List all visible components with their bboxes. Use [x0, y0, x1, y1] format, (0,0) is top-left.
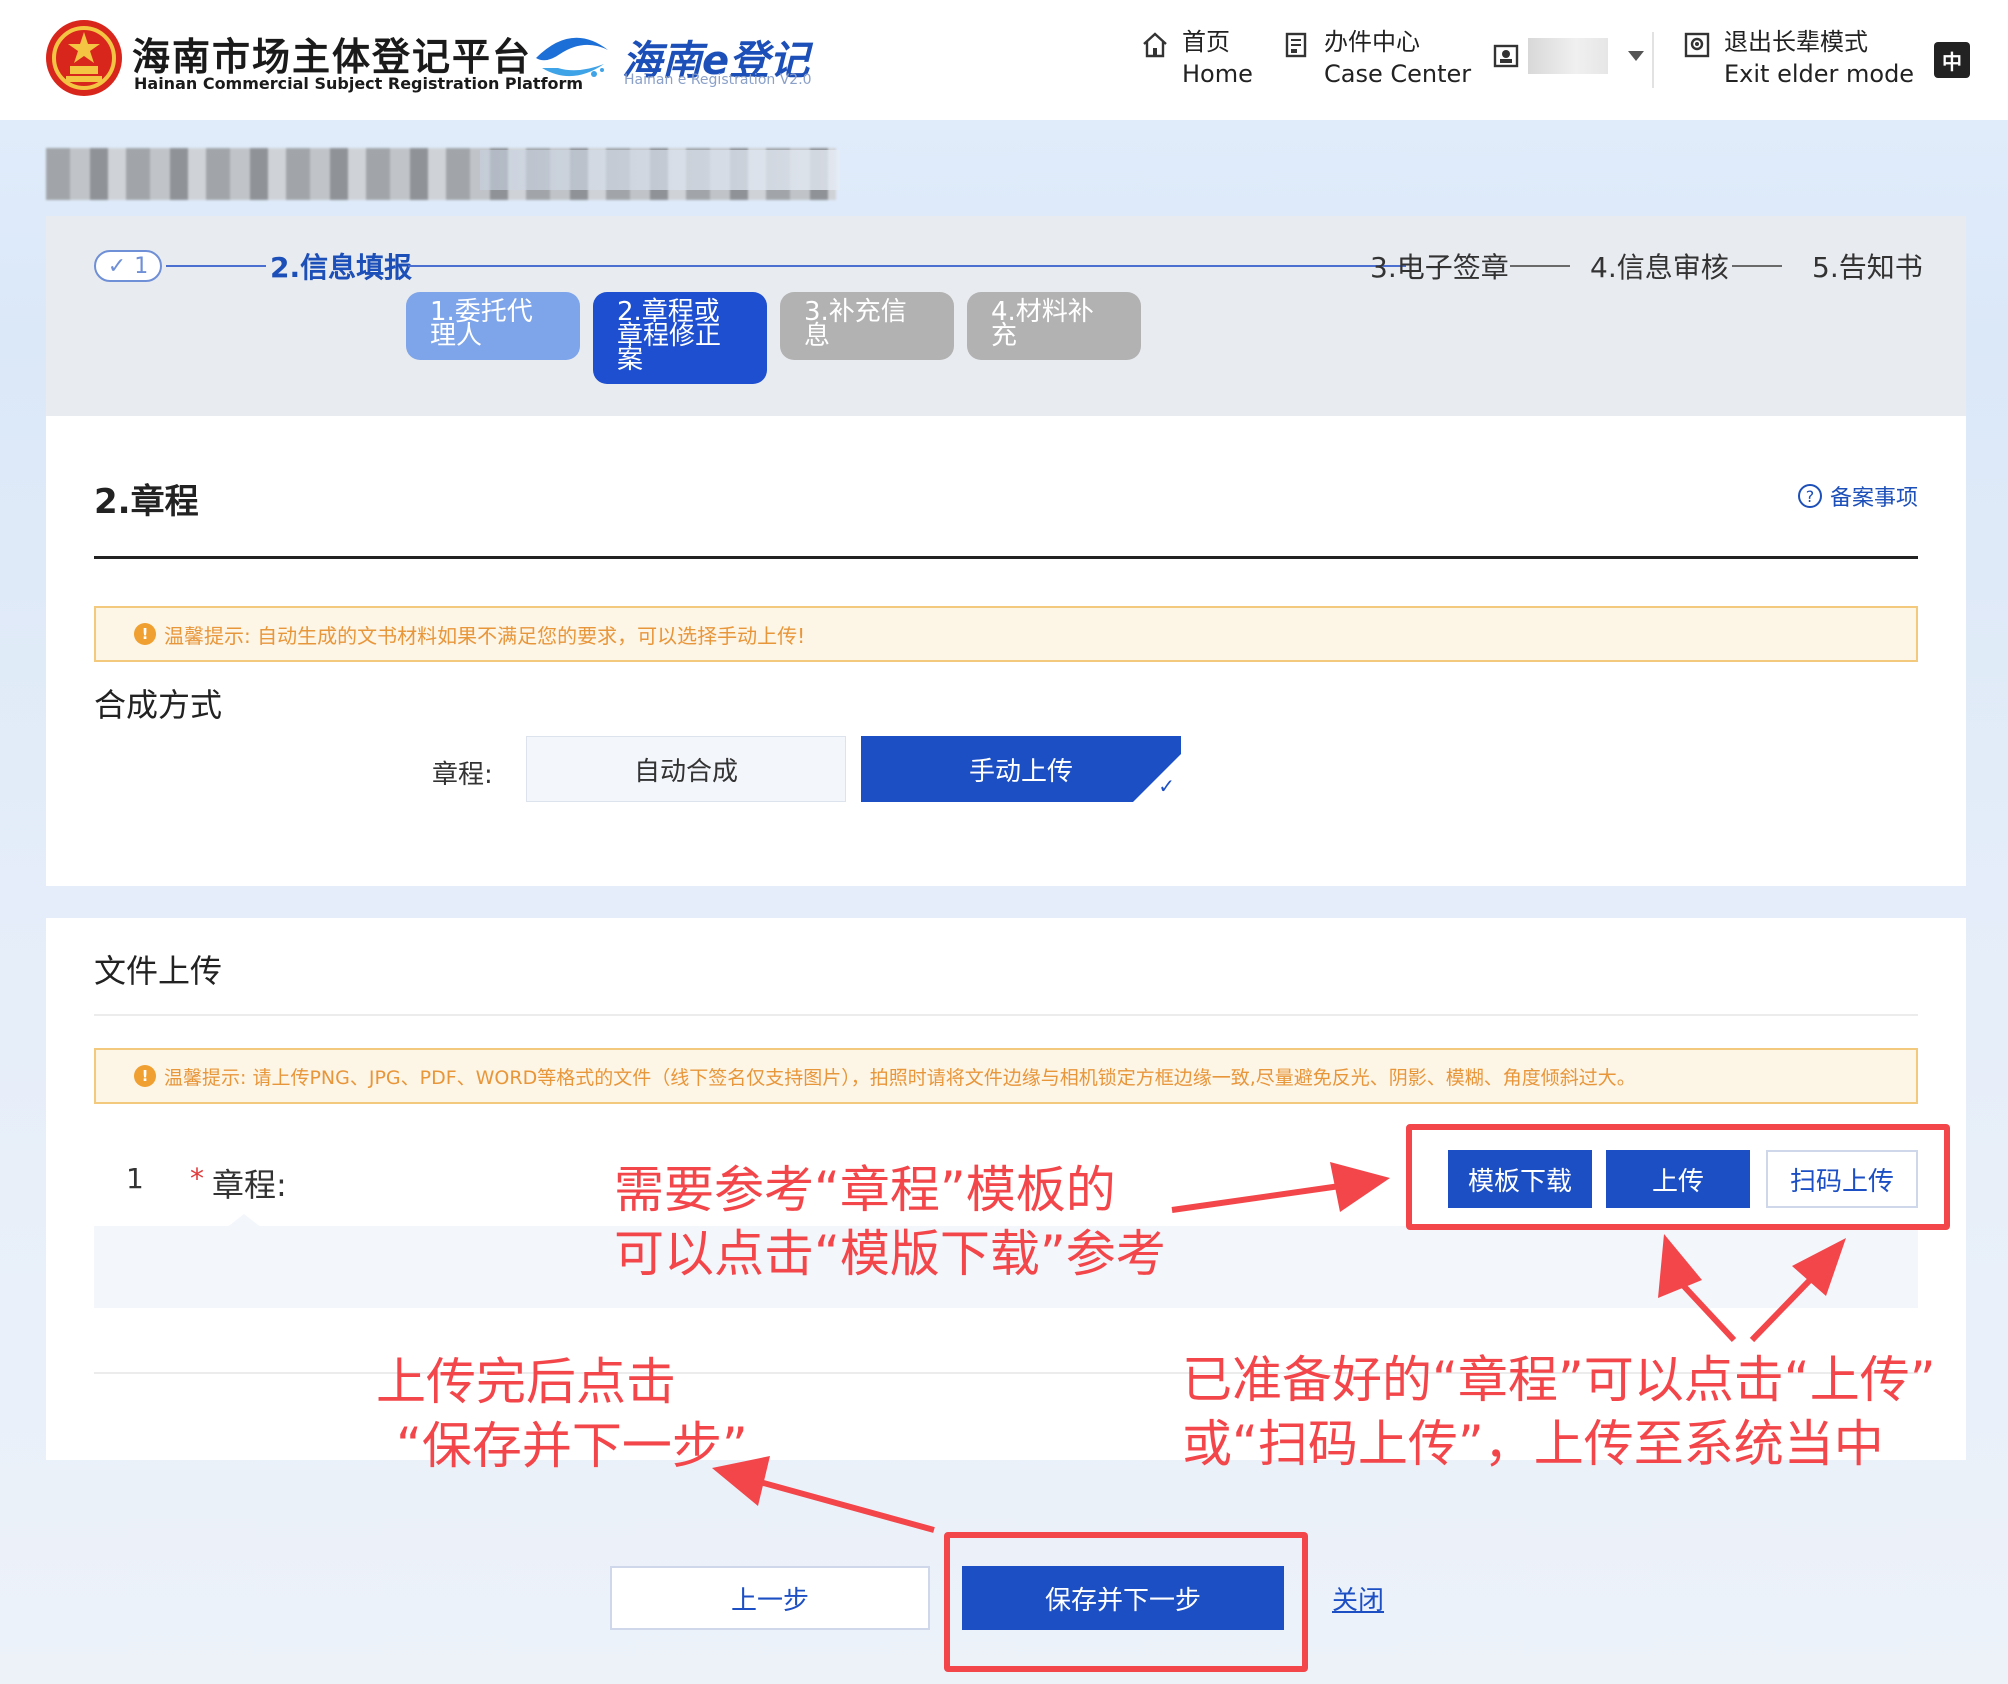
tip-auto-text: 温馨提示: 自动生成的文书材料如果不满足您的要求，可以选择手动上传! — [164, 623, 806, 648]
nav-case-cn: 办件中心 — [1324, 28, 1420, 56]
annotation-box-upload-buttons — [1406, 1124, 1950, 1230]
question-icon: ? — [1797, 484, 1822, 508]
nav-home-cn: 首页 — [1182, 28, 1230, 56]
filing-items-label: 备案事项 — [1829, 486, 1918, 511]
elder-mode-icon — [1684, 32, 1710, 58]
step-line-1 — [166, 265, 266, 267]
tip-file-text: 温馨提示: 请上传PNG、JPG、PDF、WORD等格式的文件（线下签名仅支持图… — [164, 1066, 1636, 1089]
step-3-label: 3.电子签章 — [1370, 251, 1509, 284]
e-registration-logo-icon — [536, 37, 608, 77]
step-5-label: 5.告知书 — [1812, 251, 1923, 284]
card-title: 2.章程 — [94, 482, 199, 522]
step-line-3 — [1510, 265, 1570, 267]
user-menu[interactable] — [1492, 38, 1644, 74]
brand-title: 海南市场主体登记平台 — [132, 35, 533, 79]
step-line-2 — [408, 265, 1406, 267]
breadcrumb-blurred-tail — [480, 150, 840, 190]
annotation-template-line2: 可以点击“模版下载”参考 — [614, 1225, 1166, 1283]
file-upload-title: 文件上传 — [94, 952, 223, 990]
substep-articles[interactable]: 2.章程或章程修正案 — [593, 292, 767, 384]
step-4-label: 4.信息审核 — [1590, 251, 1729, 284]
user-card-icon — [1493, 44, 1519, 68]
filing-items-link[interactable]: ? 备案事项 — [1797, 480, 1918, 512]
annotation-box-save-next — [944, 1532, 1308, 1672]
warning-icon: ! — [134, 1065, 156, 1087]
warning-icon: ! — [134, 623, 156, 645]
annotation-upload-line2: 或“扫码上传”，上传至系统当中 — [1182, 1415, 1884, 1473]
tip-auto-generate: ! 温馨提示: 自动生成的文书材料如果不满足您的要求，可以选择手动上传! — [94, 606, 1918, 662]
row-number: 1 — [126, 1162, 144, 1195]
nav-elder-en: Exit elder mode — [1724, 60, 1915, 88]
user-name-blurred — [1528, 38, 1608, 74]
check-icon: ✓ — [1158, 774, 1175, 798]
nav-home-en: Home — [1182, 60, 1253, 88]
previous-step-button[interactable]: 上一步 — [610, 1566, 930, 1630]
synthesis-method-title: 合成方式 — [94, 686, 223, 724]
manual-upload-label: 手动上传 — [968, 756, 1073, 787]
language-switch-label: 中 — [1942, 49, 1962, 74]
step-2-label: 2.信息填报 — [270, 251, 413, 284]
top-header: 海南市场主体登记平台 Hainan Commercial Subject Reg… — [0, 0, 2008, 120]
e-brand-subtitle: Hainan e Registration V2.0 — [624, 72, 812, 88]
chevron-down-icon[interactable] — [1628, 51, 1644, 61]
national-emblem-icon — [46, 20, 122, 96]
step-line-4 — [1732, 265, 1782, 267]
annotation-template-line1: 需要参考“章程”模板的 — [614, 1161, 1116, 1219]
articles-field-label: 章程: — [432, 760, 493, 790]
auto-synthesis-option[interactable]: 自动合成 — [526, 736, 846, 802]
annotation-save-line2: “保存并下一步” — [396, 1417, 748, 1475]
required-mark: * — [190, 1162, 204, 1195]
nav-exit-elder-mode[interactable]: 退出长辈模式 Exit elder mode — [1682, 26, 1914, 90]
check-icon: ✓ — [107, 253, 127, 279]
substep-supplement-materials[interactable]: 4.材料补充 — [967, 292, 1141, 360]
nav-elder-cn: 退出长辈模式 — [1724, 28, 1868, 56]
substep-supplement-info[interactable]: 3.补充信息 — [780, 292, 954, 360]
tip-file-format: ! 温馨提示: 请上传PNG、JPG、PDF、WORD等格式的文件（线下签名仅支… — [94, 1048, 1918, 1104]
brand-subtitle: Hainan Commercial Subject Registration P… — [134, 74, 584, 93]
close-link[interactable]: 关闭 — [1332, 1580, 1384, 1617]
annotation-upload-line1: 已准备好的“章程”可以点击“上传” — [1182, 1351, 1936, 1409]
home-icon — [1143, 32, 1167, 58]
articles-card: 2.章程 ? 备案事项 ! 温馨提示: 自动生成的文书材料如果不满足您的要求，可… — [46, 416, 1966, 886]
manual-upload-option[interactable]: 手动上传 ✓ — [861, 736, 1181, 802]
title-divider — [94, 556, 1918, 559]
substep-agent[interactable]: 1.委托代理人 — [406, 292, 580, 360]
step-1-completed: ✓ 1 — [94, 250, 162, 282]
language-switch-icon[interactable]: 中 — [1934, 42, 1970, 78]
document-icon — [1285, 32, 1307, 58]
nav-case-center[interactable]: 办件中心 Case Center — [1282, 26, 1471, 90]
articles-upload-label: 章程: — [212, 1166, 287, 1204]
file-upload-divider — [94, 1014, 1918, 1016]
nav-home[interactable]: 首页 Home — [1140, 26, 1253, 90]
step-1-label: 1 — [134, 253, 149, 279]
step-progress: ✓ 1 2.信息填报 3.电子签章 4.信息审核 5.告知书 1.委托代理人 2… — [46, 216, 1966, 416]
nav-case-en: Case Center — [1324, 60, 1472, 88]
annotation-save-line1: 上传完后点击 — [376, 1353, 676, 1411]
header-divider — [1652, 32, 1654, 88]
